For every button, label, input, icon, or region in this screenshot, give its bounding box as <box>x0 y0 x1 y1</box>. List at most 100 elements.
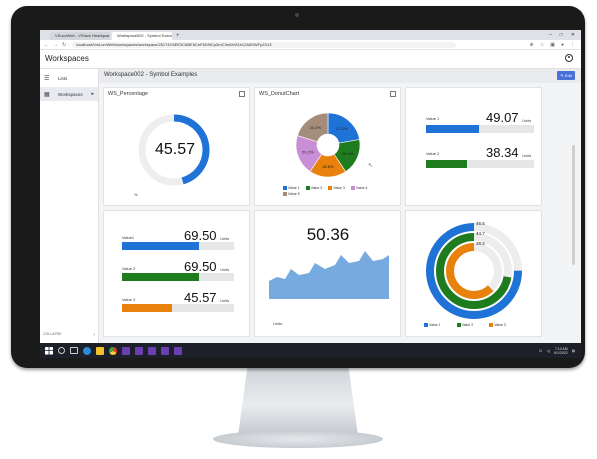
sidebar-item-label: Workspaces <box>58 91 83 97</box>
workspace-title: Workspace002 - Symbol Examples <box>104 72 198 78</box>
arc-label: 46.5 <box>476 221 485 226</box>
sidebar-item-label: Lists <box>58 75 68 81</box>
app-icon-5[interactable] <box>174 346 182 355</box>
app-header: Workspaces <box>40 50 581 69</box>
minimize-icon[interactable]: – <box>549 31 552 40</box>
scrollbar[interactable] <box>572 145 575 265</box>
arcs-legend: Value 1 Value 2 Value 3 <box>424 323 506 328</box>
forward-icon[interactable]: → <box>53 42 58 48</box>
window-controls: – □ ✕ <box>549 31 581 40</box>
collapse-button[interactable]: COLLAPSE ‹ <box>43 332 95 338</box>
sidebar: ☰ Lists ▦ Workspaces ▸ COLLAPSE ‹ <box>40 69 99 343</box>
profile-icon[interactable]: ● <box>561 42 564 48</box>
app-icon-4[interactable] <box>161 346 169 355</box>
row-value: 69.50 Units <box>184 228 230 243</box>
app-icon-3[interactable] <box>148 346 156 355</box>
chevron-right-icon: ▸ <box>91 91 94 97</box>
browser-tab-1[interactable]: VSuccWeb - VStack Headquarte <box>50 32 110 40</box>
sidebar-item-workspaces[interactable]: ▦ Workspaces ▸ <box>40 87 98 101</box>
taskbar: ⊡ ◁) 7:10 AM 6/1/2022 ▤ <box>40 343 581 358</box>
monitor-stand-base <box>213 430 383 448</box>
webcam <box>295 13 299 17</box>
grid-icon: ▦ <box>44 91 50 98</box>
extension-icon[interactable]: ▣ <box>550 42 555 48</box>
reload-icon[interactable]: ↻ <box>62 42 66 48</box>
browser-tab-bar: VSuccWeb - VStack Headquarte Workspace00… <box>40 30 581 40</box>
progress-fill <box>426 160 468 168</box>
row-label: Value 2 <box>426 151 440 156</box>
mouse-cursor-icon: ↖ <box>368 163 374 169</box>
maximize-icon[interactable]: □ <box>560 31 563 40</box>
clock-date: 6/1/2022 <box>554 350 568 355</box>
user-icon[interactable] <box>565 54 573 62</box>
clock-time: 7:10 AM <box>554 346 568 351</box>
edge-icon[interactable] <box>83 346 91 355</box>
area-fill <box>269 251 389 299</box>
donut-legend: Value 1 Value 2 Value 3 Value 4 Value 5 <box>283 186 379 197</box>
progress-bar <box>122 304 234 312</box>
browser-tab-2[interactable]: Workspace002 - Symbol Exampl <box>112 32 172 40</box>
slice-label: 18.8% <box>322 164 334 169</box>
volume-icon[interactable]: ◁) <box>546 349 550 353</box>
collapse-label: COLLAPSE <box>43 332 62 336</box>
arc-label: 44.7 <box>476 231 485 236</box>
progress-bar <box>426 160 534 168</box>
row-value: 49.07 Units <box>486 110 532 125</box>
url-field[interactable]: localhost/VrsLumWeb/workspaces/workspace… <box>72 41 457 48</box>
area-card[interactable]: 50.36 Units <box>254 210 401 337</box>
progress-fill <box>122 242 200 250</box>
percentage-card[interactable]: WS_Percentage 45.57 % <box>103 87 250 206</box>
progress-bar <box>122 242 234 250</box>
chrome-icon[interactable] <box>109 346 117 355</box>
progress-bar <box>426 125 534 133</box>
close-icon[interactable]: ✕ <box>571 31 575 40</box>
menu-icon[interactable]: ⋮ <box>570 42 575 48</box>
back-icon[interactable]: ← <box>44 42 49 48</box>
legend-item: Value 1 <box>283 186 300 191</box>
chevron-left-icon: ‹ <box>93 332 95 338</box>
legend-item: Value 5 <box>283 192 300 197</box>
row-label: Value1 <box>122 235 135 240</box>
browser-toolbar-icons: ⊕ ☆ ▣ ● ⋮ <box>530 42 581 48</box>
legend-item: Value 1 <box>424 323 441 328</box>
progress-fill <box>426 125 479 133</box>
legend-item: Value 3 <box>328 186 345 191</box>
task-view-icon[interactable] <box>70 347 78 354</box>
concentric-arcs <box>426 223 522 319</box>
percentage-value: 45.57 <box>154 141 196 158</box>
tab-label: VSuccWeb - VStack Headquarte <box>55 33 110 38</box>
progress-bar <box>122 273 234 281</box>
bars-two-card[interactable]: Value 1 49.07 Units Value 2 38.34 Units <box>405 87 542 206</box>
app-title: Workspaces <box>45 54 89 63</box>
row-label: Value 2 <box>122 266 136 271</box>
notification-icon[interactable]: ▤ <box>572 349 575 353</box>
monitor-stand-neck <box>238 366 358 436</box>
zoom-icon[interactable]: ⊕ <box>530 42 534 48</box>
explorer-icon[interactable] <box>96 346 104 355</box>
clock[interactable]: 7:10 AM 6/1/2022 <box>554 347 568 355</box>
windows-icon[interactable] <box>45 346 53 355</box>
app-icon-1[interactable] <box>122 346 130 355</box>
row-value: 45.57 Units <box>184 290 230 305</box>
list-icon: ☰ <box>44 75 50 82</box>
row-value: 38.34 Units <box>486 145 532 160</box>
legend-item: Value 2 <box>456 323 473 328</box>
star-icon[interactable]: ☆ <box>540 42 544 48</box>
app-icon-2[interactable] <box>135 346 143 355</box>
edit-label: Edit <box>564 73 572 78</box>
arcs-card[interactable]: 46.5 44.7 38.5 Value 1 Value 2 Value 3 <box>405 210 542 337</box>
network-icon[interactable]: ⊡ <box>539 349 542 353</box>
slice-label: 22.2% <box>336 126 348 131</box>
search-icon[interactable] <box>58 347 65 354</box>
sidebar-item-lists[interactable]: ☰ Lists <box>40 71 98 85</box>
bars-three-card[interactable]: Value1 69.50 Units Value 2 69.50 Units V… <box>103 210 250 337</box>
donut-card[interactable]: WS_DonutChart 22.2% 18.4% 18.8% 20.2% 20.2% … <box>254 87 401 206</box>
new-tab-button[interactable]: + <box>176 32 180 40</box>
slice-label: 20.2% <box>310 125 322 130</box>
system-tray: ⊡ ◁) 7:10 AM 6/1/2022 ▤ <box>539 347 581 355</box>
address-bar: ← → ↻ localhost/VrsLumWeb/workspaces/wor… <box>40 40 581 50</box>
slice-label: 20.2% <box>302 150 314 155</box>
legend-item: Value 2 <box>305 186 322 191</box>
slice-label: 18.4% <box>342 151 354 156</box>
edit-button[interactable]: ✎ Edit <box>557 71 575 80</box>
